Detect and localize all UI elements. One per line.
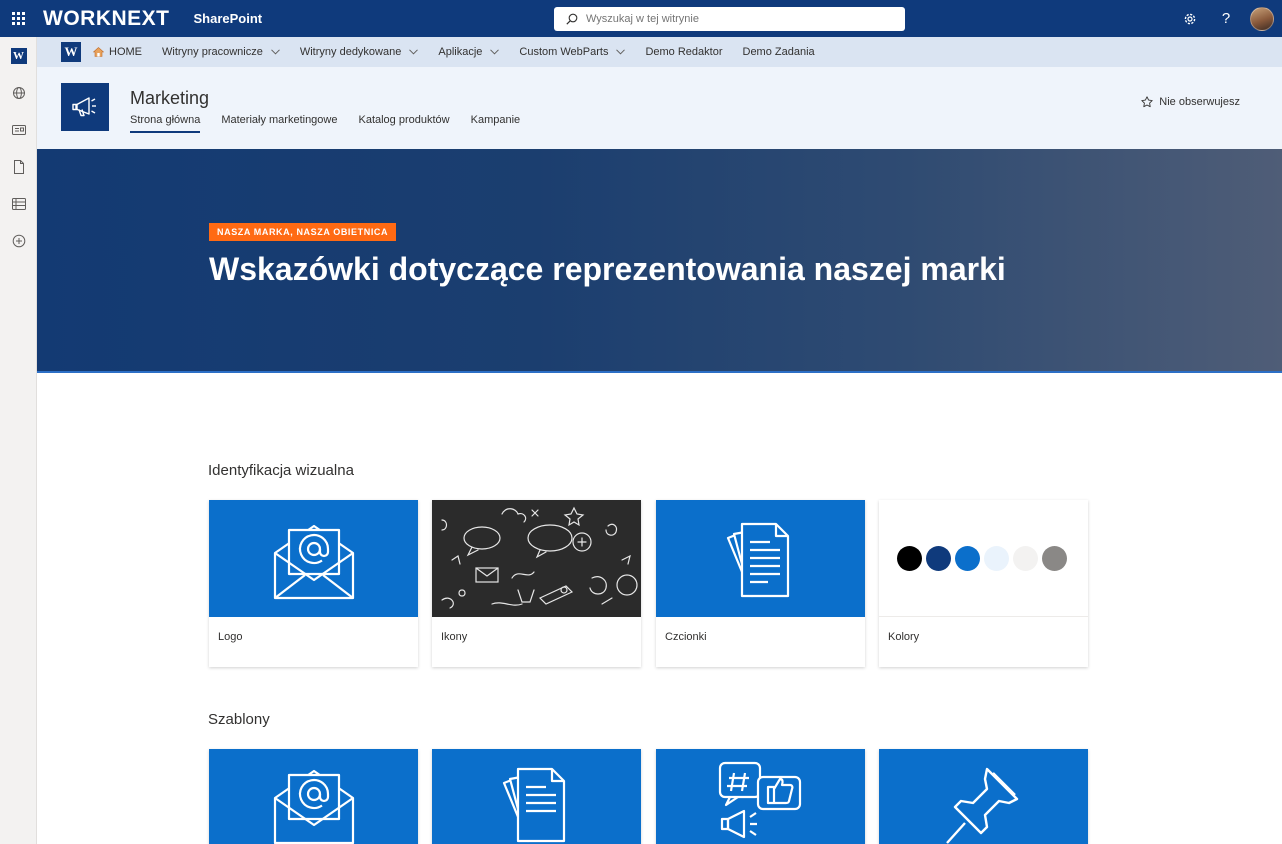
chevron-down-icon bbox=[616, 49, 626, 55]
suite-bar: WORKNEXT SharePoint ? bbox=[0, 0, 1282, 37]
swatch-navy bbox=[925, 545, 951, 571]
hub-nav-label: Demo Redaktor bbox=[645, 46, 723, 58]
hub-nav-aplikacje[interactable]: Aplikacje bbox=[438, 46, 500, 58]
swatch-light-gray bbox=[1012, 545, 1038, 571]
news-icon[interactable] bbox=[0, 111, 37, 148]
add-icon[interactable] bbox=[0, 222, 37, 259]
star-icon bbox=[1141, 96, 1153, 108]
chevron-down-icon bbox=[271, 49, 280, 55]
template-card-1[interactable] bbox=[209, 749, 418, 844]
document-icon[interactable] bbox=[0, 148, 37, 185]
hub-nav-witryny-dedykowane[interactable]: Witryny dedykowane bbox=[300, 46, 419, 58]
hub-nav-demo-redaktor[interactable]: Demo Redaktor bbox=[645, 46, 722, 58]
envelope-at-icon bbox=[273, 524, 354, 599]
hub-nav-label: Custom WebParts bbox=[519, 46, 609, 58]
site-nav-katalog-produktow[interactable]: Katalog produktów bbox=[358, 114, 449, 133]
follow-button[interactable]: Nie obserwujesz bbox=[1141, 96, 1240, 108]
swatch-black bbox=[896, 545, 922, 571]
chevron-down-icon bbox=[490, 49, 500, 55]
hero-title[interactable]: Wskazówki dotyczące reprezentowania nasz… bbox=[209, 251, 1006, 288]
hero-tag: NASZA MARKA, NASZA OBIETNICA bbox=[209, 223, 397, 241]
globe-icon[interactable] bbox=[0, 74, 37, 111]
hub-nav-label: Witryny dedykowane bbox=[299, 46, 402, 58]
hub-nav-label: Witryny pracownicze bbox=[162, 46, 263, 58]
hub-nav-label: Aplikacje bbox=[438, 46, 483, 58]
card-logo[interactable]: Logo bbox=[209, 500, 418, 667]
chevron-down-icon bbox=[409, 49, 419, 55]
card-image bbox=[879, 500, 1088, 617]
site-header: Marketing Strona główna Materiały market… bbox=[37, 67, 1282, 149]
section-title-szablony: Szablony bbox=[208, 711, 270, 728]
hub-nav-custom-webparts[interactable]: Custom WebParts bbox=[519, 46, 626, 58]
app-bar-logo: W bbox=[10, 47, 27, 64]
home-icon bbox=[93, 47, 104, 57]
swatch-light-blue bbox=[983, 545, 1009, 571]
template-card-3[interactable] bbox=[656, 749, 865, 844]
card-label: Kolory bbox=[888, 631, 920, 643]
settings-icon[interactable] bbox=[1172, 0, 1208, 37]
template-card-4[interactable] bbox=[879, 749, 1088, 844]
hub-nav-label: Demo Zadania bbox=[742, 46, 815, 58]
hub-logo[interactable]: W bbox=[61, 42, 81, 62]
card-label: Czcionki bbox=[665, 631, 707, 643]
envelope-at-icon bbox=[273, 769, 354, 844]
suite-actions: ? bbox=[1172, 0, 1282, 37]
avatar[interactable] bbox=[1250, 6, 1274, 31]
card-ikony[interactable]: Ikony bbox=[432, 500, 641, 667]
hub-nav-home[interactable]: HOME bbox=[93, 46, 142, 58]
site-navigation: Strona główna Materiały marketingowe Kat… bbox=[130, 114, 541, 133]
swatch-gray bbox=[1041, 545, 1067, 571]
site-title[interactable]: Marketing bbox=[130, 88, 209, 109]
search-icon bbox=[566, 13, 578, 25]
card-label: Logo bbox=[218, 631, 243, 643]
card-label: Ikony bbox=[441, 631, 468, 643]
social-media-icon bbox=[718, 761, 801, 839]
follow-label: Nie obserwujesz bbox=[1159, 96, 1240, 108]
card-czcionki[interactable]: Czcionki bbox=[656, 500, 865, 667]
card-image bbox=[209, 500, 418, 617]
hub-nav-demo-zadania[interactable]: Demo Zadania bbox=[743, 46, 815, 58]
search-box[interactable] bbox=[554, 7, 905, 31]
doodle-pattern-image bbox=[432, 500, 641, 617]
w-logo-icon[interactable]: W bbox=[0, 37, 37, 74]
card-image bbox=[656, 500, 865, 617]
documents-icon bbox=[502, 767, 565, 843]
card-kolory[interactable]: Kolory bbox=[879, 500, 1088, 667]
search-input[interactable] bbox=[586, 13, 886, 25]
brand-logo[interactable]: WORKNEXT bbox=[43, 7, 170, 31]
site-nav-kampanie[interactable]: Kampanie bbox=[471, 114, 521, 133]
waffle-icon[interactable] bbox=[0, 0, 37, 37]
swatch-blue bbox=[954, 545, 980, 571]
app-name-link[interactable]: SharePoint bbox=[194, 11, 263, 26]
hub-nav-label: HOME bbox=[109, 46, 142, 58]
documents-icon bbox=[726, 522, 789, 597]
template-card-2[interactable] bbox=[432, 749, 641, 844]
app-bar: W bbox=[0, 37, 37, 844]
site-nav-strona-glowna[interactable]: Strona główna bbox=[130, 114, 201, 133]
section-title-identyfikacja: Identyfikacja wizualna bbox=[208, 462, 354, 479]
hero-banner[interactable]: NASZA MARKA, NASZA OBIETNICA Wskazówki d… bbox=[37, 149, 1282, 373]
megaphone-icon bbox=[72, 97, 96, 117]
color-swatches bbox=[896, 545, 1071, 571]
hub-navigation: W HOME Witryny pracownicze Witryny dedyk… bbox=[37, 37, 1282, 67]
list-icon[interactable] bbox=[0, 185, 37, 222]
site-logo[interactable] bbox=[61, 83, 109, 131]
site-nav-materialy-marketingowe[interactable]: Materiały marketingowe bbox=[221, 114, 337, 133]
hub-nav-witryny-pracownicze[interactable]: Witryny pracownicze bbox=[162, 46, 280, 58]
help-icon[interactable]: ? bbox=[1208, 0, 1244, 37]
pushpin-icon bbox=[945, 767, 1018, 844]
